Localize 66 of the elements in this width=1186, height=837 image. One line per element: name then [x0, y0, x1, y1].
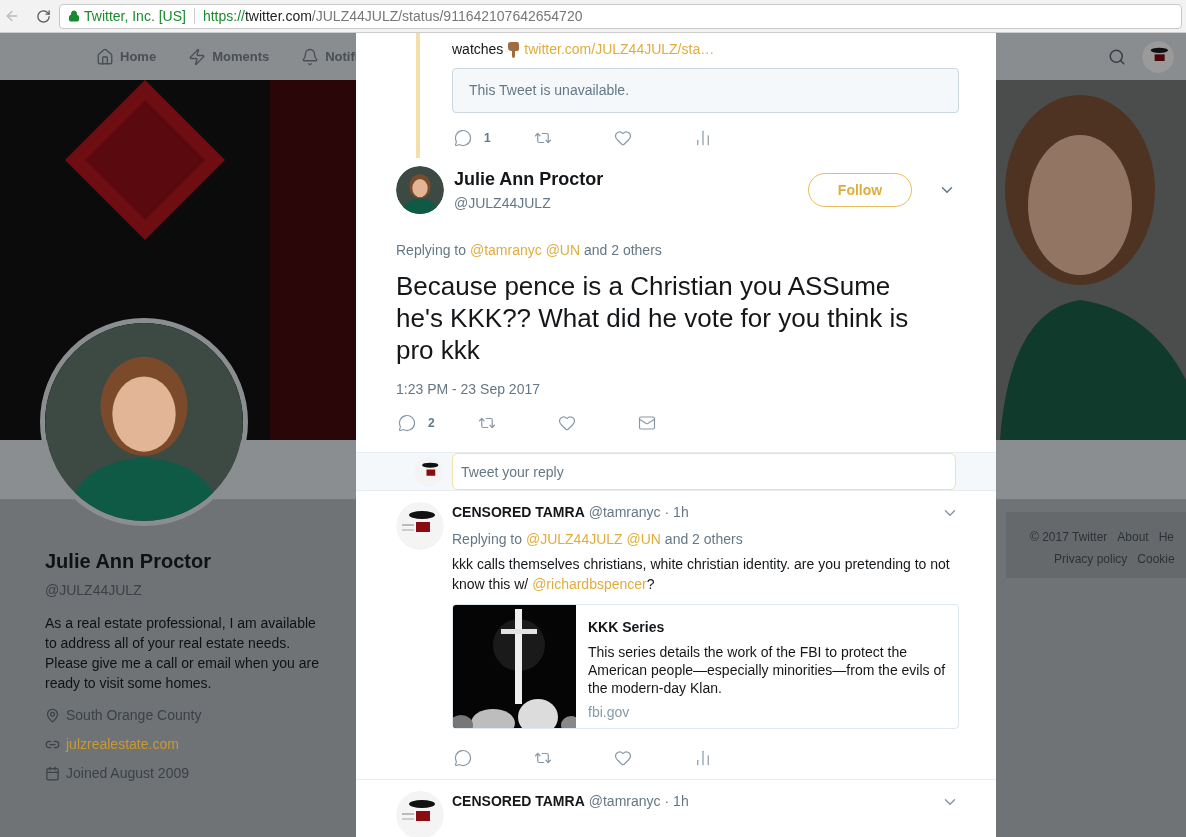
tweet-time[interactable]: · 1h	[664, 791, 689, 812]
tweet-text: watches	[452, 40, 504, 59]
footer-link[interactable]: About	[1117, 528, 1149, 546]
analytics-icon[interactable]	[694, 129, 712, 147]
tweet-link[interactable]: twitter.com/JULZ44JULZ/sta…	[524, 39, 715, 60]
action-count: 1	[484, 130, 491, 147]
card-domain: fbi.gov	[588, 703, 631, 722]
replying-label: Replying to	[452, 531, 524, 547]
like-icon[interactable]	[558, 414, 576, 432]
user-handle[interactable]: @tamranyc	[588, 791, 661, 812]
mention-link[interactable]: @UN	[545, 242, 584, 258]
message-icon[interactable]	[638, 414, 656, 432]
like-icon[interactable]	[614, 129, 632, 147]
replying-label: Replying to	[396, 242, 468, 258]
replying-label: and 2 others	[664, 531, 743, 547]
search-icon[interactable]	[1108, 47, 1126, 66]
card-title: KKK Series	[588, 618, 666, 637]
bell-icon	[301, 47, 320, 66]
reply-icon[interactable]	[454, 749, 472, 767]
reload-icon[interactable]	[36, 8, 51, 24]
user-name[interactable]: CENSORED TAMRA	[452, 791, 585, 812]
address-bar[interactable]: Twitter, Inc. [US] https://twitter.com/JULZ44JULZ/status/911642107642654720	[59, 3, 1182, 29]
calendar-icon	[45, 766, 60, 781]
site-identity: Twitter, Inc. [US]	[84, 6, 186, 26]
avatar[interactable]	[396, 502, 444, 550]
mention-link[interactable]: @JULZ44JULZ	[525, 531, 627, 547]
profile-website[interactable]: julzrealestate.com	[66, 734, 179, 755]
user-name[interactable]: Julie Ann Proctor	[454, 166, 604, 193]
url-text: https://twitter.com/JULZ44JULZ/status/911642107642654720	[202, 6, 583, 26]
avatar[interactable]	[396, 791, 444, 837]
profile-name[interactable]: Julie Ann Proctor	[45, 546, 330, 576]
mention-link[interactable]: @richardbspencer	[532, 576, 647, 592]
avatar[interactable]	[396, 166, 444, 214]
footer-link[interactable]: Privacy policy	[1054, 550, 1128, 568]
analytics-icon[interactable]	[694, 749, 712, 767]
avatar[interactable]	[414, 456, 444, 487]
avatar[interactable]	[40, 318, 248, 526]
mention-link[interactable]: @tamranyc	[469, 242, 546, 258]
like-icon[interactable]	[614, 749, 632, 767]
reply-field[interactable]: Tweet your reply	[452, 453, 956, 490]
reply-icon[interactable]	[454, 129, 472, 147]
link-card[interactable]: KKK Series This series details the work of the FBI to protect the American people—especially minorities—from the evils of the modern-day Klan. fbi.gov	[452, 604, 959, 729]
lightning-icon	[188, 47, 207, 66]
back-icon[interactable]	[4, 8, 20, 24]
home-icon	[96, 47, 114, 66]
nav-item[interactable]: Home	[96, 46, 157, 67]
location-icon	[45, 708, 60, 723]
reply-icon[interactable]	[398, 414, 416, 432]
card-description: This series details the work of the FBI to protect the American people—especially minorities—from the evils of the modern-day Klan.	[588, 643, 946, 697]
profile-bio: As a real estate professional, I am available to address all of your real estate needs. Please give me a call or email when you are ready to visit some homes.	[45, 614, 320, 693]
footer-link[interactable]: © 2017 Twitter	[1030, 528, 1108, 546]
tweet-text: kkk calls themselves christians, white christian identity. are you pretending to not know this w/ @richardbspencer?	[452, 555, 951, 594]
mention-link[interactable]: @UN	[626, 531, 665, 547]
action-count: 2	[428, 415, 435, 432]
tweet-time[interactable]: · 1h	[664, 502, 689, 523]
user-handle[interactable]: @JULZ44JULZ	[454, 193, 604, 214]
tweet-timestamp: 1:23 PM - 23 Sep 2017	[396, 380, 541, 399]
nav-item[interactable]: Moments	[188, 46, 270, 67]
tweet-text: Because pence is a Christian you ASSume he's KKK?? What did he vote for you think is pro kkk	[396, 270, 910, 366]
user-name[interactable]: CENSORED TAMRA	[452, 502, 585, 523]
replying-label: and 2 others	[583, 242, 662, 258]
footer-link[interactable]: He	[1158, 528, 1175, 546]
user-handle[interactable]: @tamranyc	[588, 502, 661, 523]
avatar[interactable]	[1142, 40, 1174, 73]
unavailable-tweet-box: This Tweet is unavailable.	[452, 68, 959, 113]
footer-link[interactable]: Cookie	[1137, 550, 1175, 568]
